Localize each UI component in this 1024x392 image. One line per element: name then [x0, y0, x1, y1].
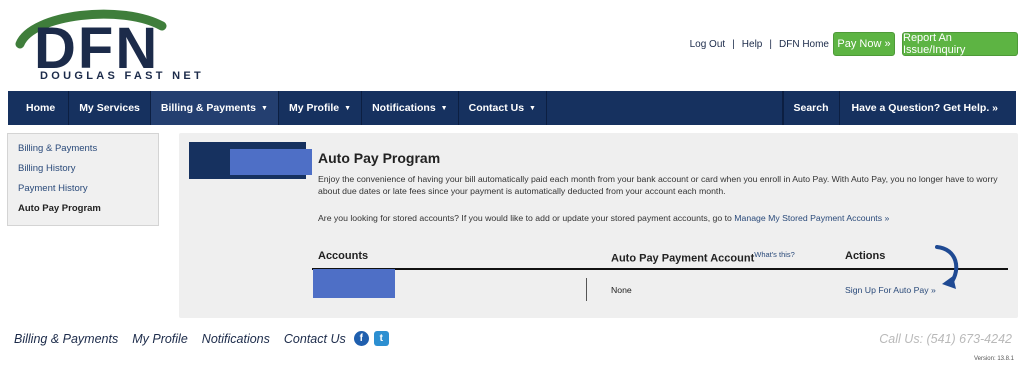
sidebar-item-billing-payments[interactable]: Billing & Payments [18, 143, 148, 154]
column-autopay-account: Auto Pay Payment AccountWhat's this? [611, 250, 795, 265]
nav-spacer [547, 91, 783, 125]
logo-tagline: DOUGLAS FAST NET [40, 70, 205, 82]
nav-notifications-label: Notifications [372, 102, 436, 114]
stored-accounts-prefix: Are you looking for stored accounts? If … [318, 213, 732, 223]
top-links: Log Out | Help | DFN Home [690, 39, 829, 50]
column-actions: Actions [845, 250, 886, 262]
redacted-account [313, 269, 395, 298]
curved-arrow-icon [935, 245, 959, 289]
nav-billing-label: Billing & Payments [160, 102, 257, 114]
sidebar-item-billing-history[interactable]: Billing History [18, 163, 148, 174]
sidebar-item-auto-pay[interactable]: Auto Pay Program [18, 203, 148, 214]
nav-home-label: Home [26, 102, 56, 114]
column-autopay-label: Auto Pay Payment Account [611, 252, 755, 265]
nav-my-services-label: My Services [79, 102, 140, 114]
main-nav: Home My Services Billing & Payments ▼ My … [8, 91, 1016, 125]
nav-search-label: Search [793, 102, 829, 114]
version-text: Version: 13.8.1 [973, 356, 1014, 362]
nav-help-label: Have a Question? Get Help. » [851, 102, 998, 114]
caret-down-icon: ▼ [261, 104, 268, 112]
nav-my-services[interactable]: My Services [69, 91, 151, 125]
nav-contact-label: Contact Us [468, 102, 525, 114]
nav-get-help[interactable]: Have a Question? Get Help. » [838, 91, 1016, 125]
footer-notifications-link[interactable]: Notifications [202, 332, 270, 346]
footer-billing-link[interactable]: Billing & Payments [14, 332, 118, 346]
footer-profile-link[interactable]: My Profile [132, 332, 188, 346]
column-divider [586, 278, 587, 301]
redacted-account-id [230, 149, 312, 175]
table-header-divider [312, 268, 1008, 270]
separator: | [732, 39, 735, 50]
sidebar-item-payment-history[interactable]: Payment History [18, 183, 148, 194]
account-id-box [189, 142, 312, 179]
logout-link[interactable]: Log Out [690, 39, 726, 50]
nav-home[interactable]: Home [8, 91, 70, 125]
page-title: Auto Pay Program [318, 150, 441, 166]
caret-down-icon: ▼ [440, 104, 448, 112]
caret-down-icon: ▼ [344, 104, 352, 112]
sidebar: Billing & Payments Billing History Payme… [7, 133, 159, 226]
separator: | [769, 39, 772, 50]
nav-search[interactable]: Search [782, 91, 839, 125]
report-issue-button[interactable]: Report An Issue/Inquiry [902, 32, 1018, 56]
help-link[interactable]: Help [742, 39, 763, 50]
whats-this-link[interactable]: What's this? [754, 250, 795, 259]
auto-pay-panel: Auto Pay Program Enjoy the convenience o… [179, 133, 1018, 318]
column-accounts: Accounts [318, 250, 369, 262]
stored-accounts-text: Are you looking for stored accounts? If … [318, 213, 889, 223]
manage-stored-accounts-link[interactable]: Manage My Stored Payment Accounts » [734, 213, 889, 223]
call-us-text: Call Us: (541) 673-4242 [879, 332, 1012, 346]
nav-billing-payments[interactable]: Billing & Payments ▼ [150, 91, 279, 125]
nav-my-profile[interactable]: My Profile ▼ [279, 91, 363, 125]
auto-pay-description: Enjoy the convenience of having your bil… [318, 174, 998, 196]
sign-up-auto-pay-link[interactable]: Sign Up For Auto Pay » [845, 285, 936, 295]
nav-notifications[interactable]: Notifications ▼ [362, 91, 459, 125]
nav-profile-label: My Profile [288, 102, 340, 114]
autopay-account-value: None [611, 285, 632, 295]
facebook-icon[interactable]: f [353, 331, 369, 346]
footer-contact-link[interactable]: Contact Us [284, 332, 346, 346]
nav-contact-us[interactable]: Contact Us ▼ [459, 91, 547, 125]
twitter-icon[interactable]: t [373, 331, 389, 346]
dfn-home-link[interactable]: DFN Home [779, 39, 829, 50]
footer-links: Billing & Payments My Profile Notificati… [14, 331, 394, 346]
caret-down-icon: ▼ [529, 104, 536, 112]
pay-now-button[interactable]: Pay Now » [833, 32, 895, 56]
